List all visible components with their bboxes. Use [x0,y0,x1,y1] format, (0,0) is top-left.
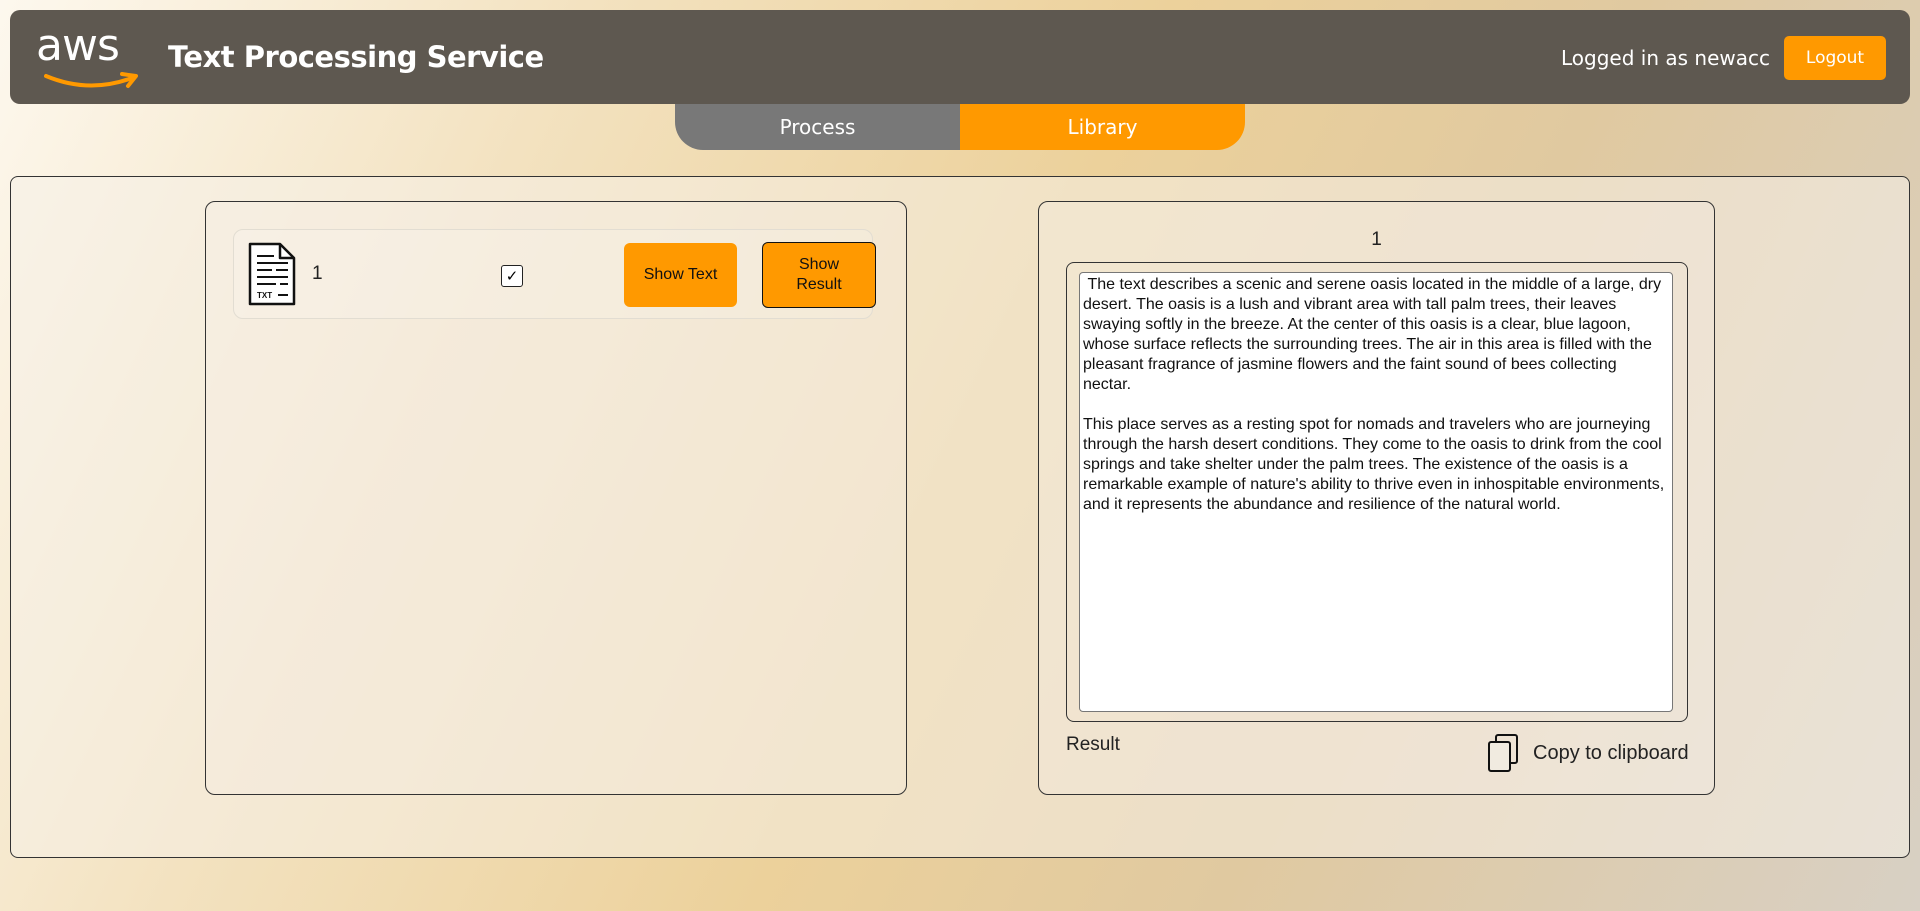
user-label: Logged in as newacc [1561,46,1770,70]
copy-label: Copy to clipboard [1533,741,1689,764]
result-textarea[interactable]: The text describes a scenic and serene o… [1079,272,1673,712]
result-item-id: 1 [1371,229,1382,250]
result-frame: The text describes a scenic and serene o… [1066,262,1688,722]
app-header: aws Text Processing Service Logged in as… [10,10,1910,104]
list-item: TXT 1 ✓ Show Text Show Result [233,229,876,319]
app-title: Text Processing Service [168,40,544,74]
txt-file-icon: TXT [248,242,296,306]
tab-bar: Process Library [675,104,1245,150]
library-list-panel: TXT 1 ✓ Show Text Show Result [205,201,907,795]
copy-to-clipboard-button[interactable]: Copy to clipboard [1487,732,1689,774]
tab-library[interactable]: Library [960,104,1245,150]
copy-icon [1488,734,1518,772]
show-result-button[interactable]: Show Result [762,242,876,308]
aws-logo: aws [36,24,146,100]
logo-text: aws [36,20,120,71]
svg-text:TXT: TXT [257,291,272,300]
logout-button[interactable]: Logout [1784,36,1886,80]
tab-process[interactable]: Process [675,104,960,150]
result-label: Result [1066,734,1120,755]
file-name: 1 [312,263,323,284]
result-panel: 1 The text describes a scenic and serene… [1038,201,1715,795]
select-checkbox[interactable]: ✓ [501,265,523,287]
show-text-button[interactable]: Show Text [624,243,737,307]
smile-arrow-icon [44,72,138,88]
